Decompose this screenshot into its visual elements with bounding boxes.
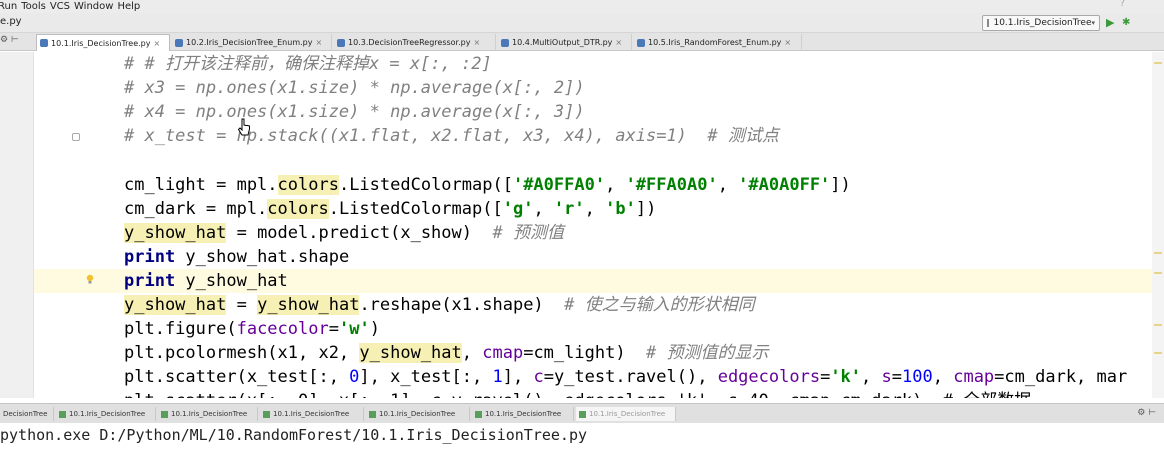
tab-label: 10.4.MultiOutput_DTR.py bbox=[512, 38, 613, 47]
run-icon[interactable]: ▶ bbox=[1106, 16, 1114, 30]
editor-scrollbar[interactable] bbox=[1152, 52, 1164, 398]
python-file-icon bbox=[637, 38, 645, 47]
close-icon[interactable]: × bbox=[615, 38, 622, 47]
run-icon bbox=[161, 410, 168, 418]
settings-icon[interactable]: ⚙ ⊢ bbox=[0, 35, 19, 45]
run-config-label: 10.1.Iris_DecisionTree bbox=[993, 18, 1092, 28]
code-line-pcolormesh: plt.pcolormesh(x1, x2, y_show_hat, cmap=… bbox=[124, 343, 769, 363]
settings-icon[interactable]: ⚙ ⊢ bbox=[1137, 408, 1156, 418]
code-line-figure: plt.figure(facecolor='w') bbox=[124, 319, 380, 339]
python-file-icon bbox=[337, 38, 345, 47]
code-editor[interactable]: # # 打开该注释前，确保注释掉x = x[:, :2] # x3 = np.o… bbox=[34, 52, 1164, 398]
run-tab-active[interactable]: 10.1.Iris_DecisionTree bbox=[576, 407, 676, 421]
tab-10-3-decisiontreeregressor[interactable]: 10.3.DecisionTreeRegressor.py × bbox=[334, 34, 496, 51]
menu-help[interactable]: Help bbox=[117, 1, 140, 12]
python-file-icon bbox=[175, 38, 183, 47]
run-icon bbox=[579, 410, 586, 418]
run-tab[interactable]: 10.1.Iris_DecisionTree bbox=[158, 407, 258, 421]
error-stripe-mark[interactable] bbox=[1154, 324, 1162, 326]
python-file-icon bbox=[501, 38, 509, 47]
fold-marker-icon[interactable] bbox=[72, 133, 80, 141]
code-line-3: # x4 = np.ones(x1.size) * np.average(x[:… bbox=[124, 102, 585, 122]
code-line-reshape: y_show_hat = y_show_hat.reshape(x1.shape… bbox=[124, 295, 755, 315]
run-icon bbox=[369, 410, 376, 418]
code-line-scatter-all: plt.scatter(x[:, 0], x[:, 1], c=y.ravel(… bbox=[124, 389, 1031, 398]
code-line-print-hat: print y_show_hat bbox=[124, 271, 288, 291]
close-icon[interactable]: × bbox=[784, 38, 791, 47]
menu-vcs[interactable]: VCS bbox=[50, 1, 70, 12]
tab-10-2-iris-decisiontree-enum[interactable]: 10.2.Iris_DecisionTree_Enum.py × bbox=[172, 34, 332, 51]
code-line-predict: y_show_hat = model.predict(x_show) # 预测值 bbox=[124, 223, 564, 243]
mouse-pointer-icon bbox=[237, 118, 250, 136]
code-line-2: # x3 = np.ones(x1.size) * np.average(x[:… bbox=[124, 78, 585, 98]
chevron-down-icon: ▾ bbox=[1091, 19, 1095, 27]
code-line-1: # # 打开该注释前，确保注释掉x = x[:, :2] bbox=[124, 54, 492, 74]
run-console[interactable]: python.exe D:/Python/ML/10.RandomForest/… bbox=[0, 424, 1164, 466]
tab-label: 10.3.DecisionTreeRegressor.py bbox=[348, 38, 471, 47]
run-tab[interactable]: 10.1.Iris_DecisionTree bbox=[56, 407, 156, 421]
run-config-dropdown[interactable]: 10.1.Iris_DecisionTree ▾ bbox=[982, 15, 1100, 31]
run-icon bbox=[59, 410, 66, 418]
current-file-label: e.py bbox=[0, 16, 22, 27]
close-icon[interactable]: × bbox=[153, 39, 160, 48]
code-line-scatter-test: plt.scatter(x_test[:, 0], x_test[:, 1], … bbox=[124, 367, 1128, 387]
python-file-icon bbox=[987, 19, 990, 27]
run-icon bbox=[263, 410, 270, 418]
run-tab[interactable]: DecisionTree bbox=[0, 407, 54, 421]
editor-tabs: ⚙ ⊢ 10.1.Iris_DecisionTree.py × 10.2.Iri… bbox=[0, 33, 1164, 51]
console-command-line: python.exe D:/Python/ML/10.RandomForest/… bbox=[0, 426, 587, 444]
error-stripe-mark[interactable] bbox=[1154, 272, 1162, 274]
menu-window[interactable]: Window bbox=[74, 1, 113, 12]
toolbar: e.py 10.1.Iris_DecisionTree ▾ ▶ ✱ bbox=[0, 13, 1164, 33]
tab-10-4-multioutput-dtr[interactable]: 10.4.MultiOutput_DTR.py × bbox=[498, 34, 632, 51]
help-question-icon[interactable]: ? bbox=[1120, 0, 1125, 9]
menu-tools[interactable]: Tools bbox=[21, 1, 46, 12]
run-icon bbox=[475, 410, 482, 418]
tab-label: 10.5.Iris_RandomForest_Enum.py bbox=[648, 38, 782, 47]
menu-bar: Run Tools VCS Window Help ? bbox=[0, 0, 1164, 13]
tab-label: 10.2.Iris_DecisionTree_Enum.py bbox=[186, 38, 313, 47]
close-icon[interactable]: × bbox=[473, 38, 480, 47]
code-line-cm-light: cm_light = mpl.colors.ListedColormap(['#… bbox=[124, 175, 851, 195]
debug-icon[interactable]: ✱ bbox=[1122, 16, 1130, 30]
run-tab[interactable]: 10.1.Iris_DecisionTree bbox=[366, 407, 470, 421]
lightbulb-icon[interactable] bbox=[86, 274, 94, 284]
tab-10-5-iris-randomforest-enum[interactable]: 10.5.Iris_RandomForest_Enum.py × bbox=[634, 34, 802, 51]
tab-10-1-iris-decisiontree[interactable]: 10.1.Iris_DecisionTree.py × bbox=[36, 34, 170, 51]
run-tab[interactable]: 10.1.Iris_DecisionTree bbox=[472, 407, 574, 421]
error-stripe-mark[interactable] bbox=[1154, 352, 1162, 354]
error-stripe-mark[interactable] bbox=[1154, 252, 1162, 254]
code-line-4: # x_test = np.stack((x1.flat, x2.flat, x… bbox=[124, 126, 779, 146]
run-tool-tabs: DecisionTree 10.1.Iris_DecisionTree 10.1… bbox=[0, 403, 1164, 423]
error-stripe-mark[interactable] bbox=[1154, 62, 1162, 64]
tab-label: 10.1.Iris_DecisionTree.py bbox=[51, 38, 151, 48]
menu-run[interactable]: Run bbox=[0, 1, 17, 12]
run-tab[interactable]: 10.1.Iris_DecisionTree bbox=[260, 407, 364, 421]
project-panel-strip bbox=[0, 52, 34, 398]
code-line-cm-dark: cm_dark = mpl.colors.ListedColormap(['g'… bbox=[124, 199, 657, 219]
close-icon[interactable]: × bbox=[315, 38, 322, 47]
python-file-icon bbox=[40, 39, 48, 47]
code-line-print-shape: print y_show_hat.shape bbox=[124, 247, 350, 267]
